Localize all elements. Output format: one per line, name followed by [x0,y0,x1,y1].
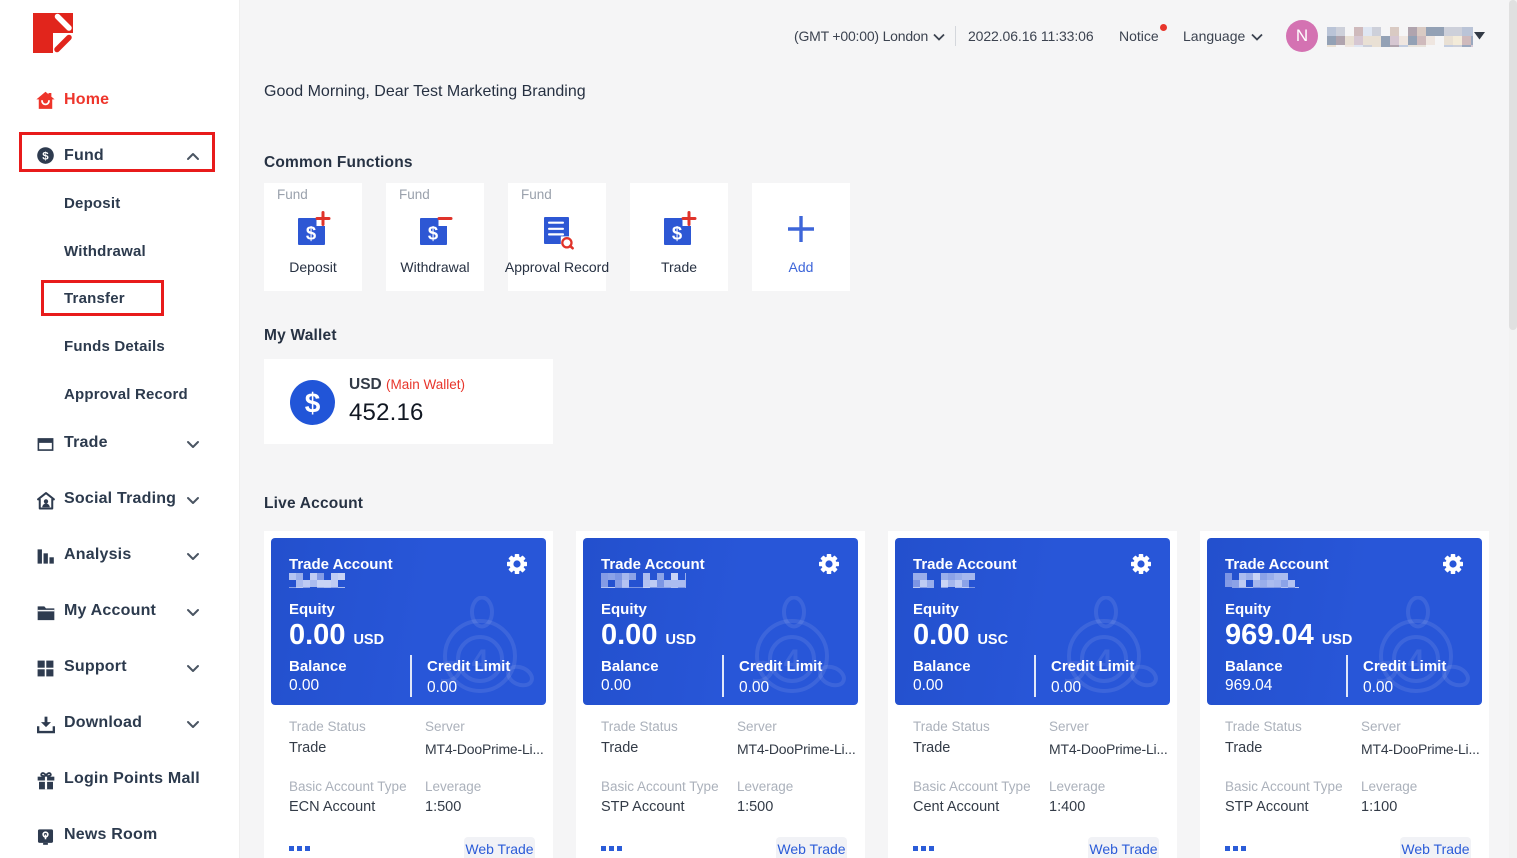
svg-text:$: $ [672,223,683,244]
svg-text:$: $ [306,223,317,244]
svg-text:$: $ [428,223,439,244]
svg-text:$: $ [305,388,321,419]
